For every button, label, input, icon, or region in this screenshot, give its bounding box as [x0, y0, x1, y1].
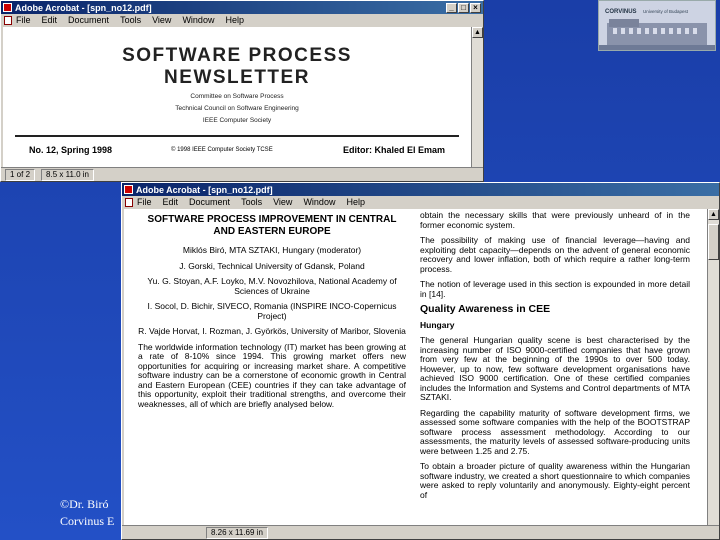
- article-heading-line1: SOFTWARE PROCESS IMPROVEMENT IN CENTRAL: [147, 214, 397, 225]
- menu-document[interactable]: Document: [189, 197, 230, 207]
- scroll-up-arrow[interactable]: ▲: [472, 27, 483, 38]
- back-page-indicator[interactable]: 1 of 2: [5, 168, 36, 181]
- author-4: I. Socol, D. Bichir, SIVECO, Romania (IN…: [147, 301, 397, 321]
- right-column: obtain the necessary skills that were pr…: [420, 210, 690, 506]
- front-page-size: 8.26 x 11.69 in: [206, 526, 268, 539]
- back-title-bar[interactable]: Adobe Acrobat - [spn_no12.pdf] _ □ ×: [1, 1, 483, 14]
- maximize-button[interactable]: □: [458, 2, 469, 13]
- acrobat-app-icon: [124, 185, 133, 194]
- svg-text:CORVINUS: CORVINUS: [605, 9, 637, 15]
- menu-document[interactable]: Document: [68, 15, 109, 25]
- newsletter-copyright: © 1998 IEEE Computer Society TCSE: [171, 147, 273, 153]
- back-status-bar: 1 of 2 8.5 x 11.0 in: [1, 167, 483, 181]
- section-heading-quality: Quality Awareness in CEE: [420, 303, 551, 315]
- menu-edit[interactable]: Edit: [42, 15, 58, 25]
- scroll-up-arrow[interactable]: ▲: [708, 209, 719, 220]
- footer-author: ©Dr. Biró: [60, 497, 109, 511]
- front-title-bar[interactable]: Adobe Acrobat - [spn_no12.pdf]: [122, 183, 719, 196]
- newsletter-editor: Editor: Khaled El Emam: [343, 145, 446, 155]
- front-document-area: SOFTWARE PROCESS IMPROVEMENT IN CENTRAL …: [124, 209, 707, 525]
- back-menu-bar: File Edit Document Tools View Window Hel…: [1, 14, 483, 26]
- right-paragraph-6: To obtain a broader picture of quality a…: [420, 461, 690, 500]
- left-column: SOFTWARE PROCESS IMPROVEMENT IN CENTRAL …: [138, 215, 406, 415]
- minimize-button[interactable]: _: [446, 2, 457, 13]
- back-window-title: Adobe Acrobat - [spn_no12.pdf]: [15, 2, 152, 13]
- menu-help[interactable]: Help: [225, 15, 244, 25]
- back-vertical-scrollbar[interactable]: ▲: [471, 27, 483, 169]
- menu-edit[interactable]: Edit: [163, 197, 179, 207]
- university-logo: CORVINUS University of Budapest: [598, 0, 716, 51]
- svg-text:University of Budapest: University of Budapest: [643, 9, 689, 14]
- subsection-heading-hungary: Hungary: [420, 319, 455, 330]
- newsletter-society: IEEE Computer Society: [202, 117, 272, 124]
- menu-view[interactable]: View: [273, 197, 292, 207]
- front-window-title: Adobe Acrobat - [spn_no12.pdf]: [136, 184, 273, 195]
- menu-help[interactable]: Help: [346, 197, 365, 207]
- newsletter-issue: No. 12, Spring 1998: [29, 145, 113, 155]
- menu-window[interactable]: Window: [303, 197, 335, 207]
- footer-university: Corvinus E: [60, 514, 115, 528]
- close-button[interactable]: ×: [470, 2, 481, 13]
- front-menu-bar: File Edit Document Tools View Window Hel…: [122, 196, 719, 208]
- newsletter-title-line1: SOFTWARE PROCESS: [122, 45, 352, 66]
- back-acrobat-window: Adobe Acrobat - [spn_no12.pdf] _ □ × Fil…: [0, 0, 484, 182]
- document-icon[interactable]: [125, 197, 133, 207]
- article-heading-line2: AND EASTERN EUROPE: [213, 225, 331, 237]
- university-building-image: CORVINUS University of Budapest: [599, 1, 715, 50]
- newsletter-rule: [15, 135, 459, 137]
- author-2: J. Gorski, Technical University of Gdans…: [179, 260, 365, 271]
- author-1: Miklós Biró, MTA SZTAKI, Hungary (modera…: [182, 245, 362, 255]
- menu-file[interactable]: File: [16, 15, 31, 25]
- front-acrobat-window: Adobe Acrobat - [spn_no12.pdf] File Edit…: [121, 182, 720, 540]
- menu-window[interactable]: Window: [182, 15, 214, 25]
- right-paragraph-5: Regarding the capability maturity of sof…: [420, 407, 690, 456]
- acrobat-app-icon: [3, 3, 12, 12]
- article-intro-paragraph: The worldwide information technology (IT…: [138, 341, 406, 409]
- front-vertical-scrollbar[interactable]: ▲: [707, 209, 719, 527]
- document-icon[interactable]: [4, 15, 12, 25]
- back-document-area: SOFTWARE PROCESS NEWSLETTER Committee on…: [3, 27, 471, 167]
- right-paragraph-3: The notion of leverage used in this sect…: [420, 279, 690, 299]
- menu-tools[interactable]: Tools: [120, 15, 141, 25]
- newsletter-committee: Committee on Software Process: [190, 93, 284, 100]
- right-paragraph-2: The possibility of making use of financi…: [420, 235, 690, 274]
- scroll-thumb[interactable]: [708, 224, 719, 260]
- author-3: Yu. G. Stoyan, A.F. Loyko, M.V. Novozhil…: [147, 276, 397, 296]
- back-page-size: 8.5 x 11.0 in: [41, 168, 95, 181]
- newsletter-title-line2: NEWSLETTER: [164, 67, 310, 88]
- front-status-bar: 8.26 x 11.69 in: [122, 525, 719, 539]
- newsletter-council: Technical Council on Software Engineerin…: [175, 105, 299, 112]
- menu-tools[interactable]: Tools: [241, 197, 262, 207]
- author-5: R. Vajde Horvat, I. Rozman, J. Györkös, …: [138, 326, 406, 336]
- menu-view[interactable]: View: [152, 15, 171, 25]
- right-paragraph-4: The general Hungarian quality scene is b…: [420, 335, 690, 402]
- right-paragraph-1: obtain the necessary skills that were pr…: [420, 210, 690, 230]
- menu-file[interactable]: File: [137, 197, 152, 207]
